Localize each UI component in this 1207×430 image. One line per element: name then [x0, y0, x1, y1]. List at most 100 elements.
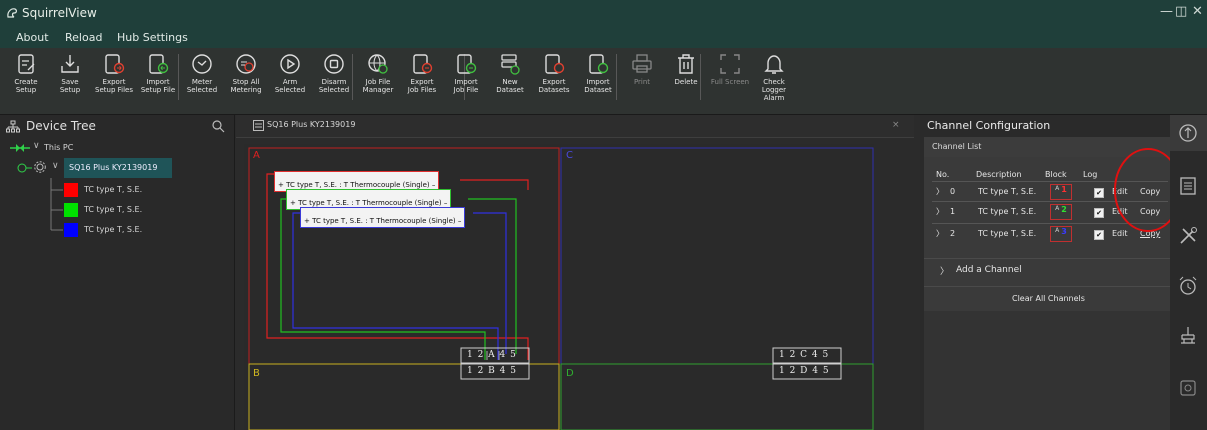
create-setup-button[interactable]: Create Setup	[4, 52, 48, 114]
tree-item-channel-0[interactable]: TC type T, S.E.	[64, 183, 174, 199]
meter-selected-icon	[192, 54, 212, 74]
channel-color-swatch	[64, 183, 78, 197]
check-logger-alarm-button[interactable]: Check Logger Alarm	[752, 52, 796, 114]
export-setup-files-button[interactable]: Export Setup Files	[92, 52, 136, 114]
channel-config-icon[interactable]	[1177, 122, 1199, 144]
save-setup-button[interactable]: Save Setup	[48, 52, 92, 114]
menu-reload[interactable]: Reload	[65, 31, 102, 44]
meter-selected-button[interactable]: Meter Selected	[180, 52, 224, 114]
settings-icon[interactable]	[1177, 377, 1199, 399]
toolbar-button-label: New Dataset	[496, 78, 524, 94]
toolbar: Create Setup Save Setup Export Setup Files…	[0, 48, 1207, 115]
tools-icon[interactable]	[1177, 225, 1199, 247]
create-setup-icon	[18, 54, 35, 74]
job-file-manager-button[interactable]: Job File Manager	[356, 52, 400, 114]
channel-list-title: Channel List	[932, 142, 982, 151]
print-button[interactable]: Print	[620, 52, 664, 114]
clear-all-channels-button[interactable]: Clear All Channels	[924, 286, 1170, 312]
new-dataset-icon	[501, 54, 520, 75]
disarm-selected-button[interactable]: Disarm Selected	[312, 52, 356, 114]
menu-bar: About Reload Hub Settings	[0, 28, 1207, 48]
channel-block-badge: A1	[1050, 184, 1072, 200]
column-no: No.	[936, 170, 950, 179]
import-job-file-icon	[457, 54, 477, 74]
tree-item-channel-2[interactable]: TC type T, S.E.	[64, 223, 174, 239]
maximize-button[interactable]: ◫	[1175, 4, 1187, 19]
chevron-down-icon[interactable]: ∨	[52, 161, 59, 171]
pc-connection-icon	[10, 144, 30, 152]
menu-about[interactable]: About	[16, 31, 49, 44]
arm-selected-icon	[280, 54, 300, 74]
tab-close-button[interactable]: ×	[892, 120, 900, 130]
chevron-down-icon[interactable]: ∨	[33, 141, 40, 151]
log-checkbox[interactable]: ✔	[1094, 188, 1104, 198]
tree-item-channel-1[interactable]: TC type T, S.E.	[64, 203, 174, 219]
squirrel-logo-icon	[7, 8, 17, 18]
device-tab-icon	[253, 120, 264, 131]
terminal-c-text[interactable]: 1 2 C 4 5	[779, 350, 829, 360]
channel-block-badge: A3	[1050, 226, 1072, 242]
channel-no: 1	[950, 207, 956, 216]
menu-hub-settings[interactable]: Hub Settings	[117, 31, 188, 44]
toolbar-button-label: Import Job File	[453, 78, 479, 94]
chevron-right-icon[interactable]: 〉	[936, 206, 944, 217]
toolbar-button-label: Job File Manager	[362, 78, 394, 94]
new-dataset-button[interactable]: New Dataset	[488, 52, 532, 114]
column-description: Description	[976, 170, 1022, 179]
import-dataset-button[interactable]: Import Dataset	[576, 52, 620, 114]
log-checkbox[interactable]: ✔	[1094, 230, 1104, 240]
block-letter: A	[1055, 205, 1060, 212]
tree-item-device-selected[interactable]: SQ16 Plus KY2139019	[64, 158, 172, 178]
delete-icon	[678, 54, 694, 74]
toolbar-button-label: Export Setup Files	[95, 78, 133, 94]
export-datasets-button[interactable]: Export Datasets	[532, 52, 576, 114]
toolbar-button-label: Delete	[674, 78, 698, 86]
channel-no: 2	[950, 229, 956, 238]
title-bar: SquirrelView — ◫ ✕	[0, 0, 1207, 28]
terminal-a-text[interactable]: 1 2 A 4 5	[467, 350, 517, 360]
toolbar-button-label: Export Datasets	[538, 78, 570, 94]
storage-icon[interactable]	[1177, 175, 1199, 197]
chevron-right-icon[interactable]: 〉	[936, 228, 944, 239]
app-title: SquirrelView	[22, 6, 97, 20]
arm-selected-button[interactable]: Arm Selected	[268, 52, 312, 114]
stop-all-metering-button[interactable]: Stop All Metering	[224, 52, 268, 114]
toolbar-button-label: Full Screen	[710, 78, 750, 86]
tree-item-this-pc[interactable]: This PC	[44, 143, 73, 152]
export-setup-files-icon	[105, 54, 125, 74]
print-icon	[632, 54, 652, 73]
block-number: 1	[1061, 185, 1067, 194]
terminal-b-text[interactable]: 1 2 B 4 5	[467, 366, 517, 376]
minimize-button[interactable]: —	[1160, 4, 1173, 19]
export-job-files-button[interactable]: Export Job Files	[400, 52, 444, 114]
log-checkbox[interactable]: ✔	[1094, 208, 1104, 218]
sensor-icon[interactable]	[1177, 325, 1199, 347]
search-icon[interactable]	[212, 120, 225, 133]
full-screen-button[interactable]: Full Screen	[708, 52, 752, 114]
channel-config-title: Channel Configuration	[927, 119, 1051, 132]
terminal-d-text[interactable]: 1 2 D 4 5	[779, 366, 830, 376]
disarm-selected-icon	[324, 54, 344, 74]
save-setup-icon	[61, 55, 79, 73]
chevron-right-icon[interactable]: 〉	[936, 186, 944, 197]
tc-label-channel-2[interactable]: + TC type T, S.E. : T Thermocouple (Sing…	[300, 207, 466, 228]
close-button[interactable]: ✕	[1192, 4, 1203, 19]
block-c-border	[560, 147, 874, 365]
channel-config-empty-area	[924, 311, 1170, 430]
device-tab-title[interactable]: SQ16 Plus KY2139019	[267, 120, 355, 129]
chevron-right-icon: 〉	[940, 267, 950, 277]
gear-icon[interactable]	[34, 161, 46, 173]
import-setup-file-button[interactable]: Import Setup File	[136, 52, 180, 114]
wiring-canvas: A C B D + TC type T, S.E. : T Thermocoup…	[244, 144, 874, 430]
import-setup-file-icon	[149, 54, 169, 74]
toolbar-button-label: Create Setup	[14, 78, 38, 94]
alarm-clock-icon[interactable]	[1177, 275, 1199, 297]
toolbar-button-label: Save Setup	[59, 78, 81, 94]
channel-no: 0	[950, 187, 956, 196]
import-job-file-button[interactable]: Import Job File	[444, 52, 488, 114]
column-log: Log	[1083, 170, 1098, 179]
add-channel-button[interactable]: 〉 Add a Channel	[924, 258, 1170, 281]
export-datasets-icon	[545, 54, 565, 74]
delete-button[interactable]: Delete	[664, 52, 708, 114]
check-logger-alarm-icon	[764, 55, 784, 74]
